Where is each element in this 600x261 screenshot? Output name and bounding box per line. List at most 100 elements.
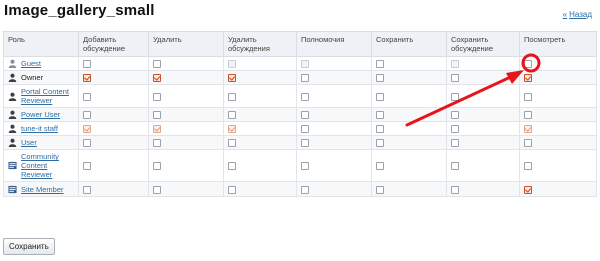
permission-checkbox[interactable] — [228, 185, 236, 194]
permission-checkbox[interactable] — [451, 92, 459, 101]
permission-checkbox[interactable] — [153, 111, 161, 120]
user-icon — [8, 59, 17, 68]
permission-checkbox — [228, 125, 236, 134]
back-link[interactable]: « Назад — [563, 10, 592, 19]
permission-checkbox[interactable] — [83, 185, 91, 194]
permission-cell — [519, 70, 597, 86]
role-link[interactable]: User — [21, 138, 37, 147]
permission-checkbox[interactable] — [301, 125, 309, 134]
permission-cell — [371, 149, 447, 183]
permission-cell — [223, 84, 297, 109]
permission-cell — [519, 149, 597, 183]
permission-checkbox[interactable] — [376, 162, 384, 171]
permission-checkbox[interactable] — [524, 74, 532, 83]
permission-checkbox[interactable] — [228, 111, 236, 120]
permission-checkbox[interactable] — [83, 139, 91, 148]
permission-cell — [148, 135, 224, 151]
permission-checkbox[interactable] — [153, 185, 161, 194]
permission-cell — [296, 149, 372, 183]
permission-cell — [148, 70, 224, 86]
permission-cell — [519, 181, 597, 198]
permission-checkbox[interactable] — [376, 185, 384, 194]
permission-checkbox[interactable] — [524, 92, 532, 101]
permission-cell — [78, 107, 149, 123]
permission-checkbox[interactable] — [301, 111, 309, 120]
permission-cell — [296, 135, 372, 151]
role-link[interactable]: Guest — [21, 59, 41, 68]
permission-checkbox[interactable] — [83, 111, 91, 120]
user-icon — [8, 73, 17, 83]
permission-cell — [223, 181, 297, 198]
permission-checkbox[interactable] — [376, 125, 384, 134]
permission-checkbox[interactable] — [524, 162, 532, 171]
permission-checkbox[interactable] — [153, 60, 161, 69]
permission-checkbox[interactable] — [524, 60, 532, 69]
column-header: Сохранить — [371, 31, 447, 57]
role-cell: tune-it staff — [3, 121, 79, 137]
table-row: Site Member — [3, 181, 597, 198]
permission-checkbox[interactable] — [524, 185, 532, 194]
permission-cell — [296, 55, 372, 72]
save-button[interactable]: Сохранить — [3, 238, 55, 255]
permission-checkbox[interactable] — [301, 162, 309, 171]
permission-checkbox[interactable] — [83, 74, 91, 83]
permission-checkbox[interactable] — [524, 111, 532, 120]
permission-checkbox[interactable] — [83, 162, 91, 171]
permission-checkbox[interactable] — [153, 92, 161, 101]
permission-checkbox[interactable] — [451, 162, 459, 171]
permission-checkbox[interactable] — [301, 185, 309, 194]
role-link[interactable]: tune-it staff — [21, 124, 58, 133]
permission-checkbox[interactable] — [153, 139, 161, 148]
permission-checkbox[interactable] — [451, 125, 459, 134]
permission-checkbox[interactable] — [153, 74, 161, 83]
role-link[interactable]: Portal Content Reviewer — [21, 87, 74, 105]
permission-checkbox[interactable] — [301, 139, 309, 148]
permission-checkbox[interactable] — [451, 74, 459, 83]
permission-cell — [223, 70, 297, 86]
permission-checkbox[interactable] — [153, 162, 161, 171]
permission-cell — [446, 107, 520, 123]
user-icon — [8, 110, 17, 120]
user-icon — [8, 138, 17, 148]
permission-cell — [148, 181, 224, 198]
permission-checkbox[interactable] — [228, 74, 236, 83]
table-header-row: Роль Добавить обсуждение Удалить Удалить об… — [3, 31, 597, 57]
permission-checkbox[interactable] — [376, 60, 384, 69]
permission-cell — [223, 55, 297, 72]
permission-checkbox[interactable] — [228, 162, 236, 171]
role-cell: Community Content Reviewer — [3, 149, 79, 183]
permission-checkbox[interactable] — [451, 185, 459, 194]
permission-checkbox[interactable] — [376, 139, 384, 148]
permission-checkbox — [451, 60, 459, 69]
permission-checkbox[interactable] — [376, 92, 384, 101]
permission-checkbox[interactable] — [228, 92, 236, 101]
permission-checkbox[interactable] — [524, 139, 532, 148]
permission-checkbox[interactable] — [376, 74, 384, 83]
permission-cell — [371, 70, 447, 86]
permission-checkbox[interactable] — [451, 139, 459, 148]
role-cell: Owner — [3, 70, 79, 86]
role-link[interactable]: Community Content Reviewer — [21, 152, 74, 179]
column-header: Удалить — [148, 31, 224, 57]
permission-cell — [371, 181, 447, 198]
column-header: Роль — [3, 31, 79, 57]
permission-cell — [371, 107, 447, 123]
role-link[interactable]: Site Member — [21, 185, 64, 194]
permission-cell — [371, 84, 447, 109]
table-row: Owner — [3, 70, 597, 86]
permission-checkbox[interactable] — [301, 92, 309, 101]
group-card-icon — [8, 161, 17, 170]
permission-cell — [148, 149, 224, 183]
permission-cell — [78, 121, 149, 137]
permission-checkbox[interactable] — [228, 139, 236, 148]
permission-checkbox[interactable] — [83, 60, 91, 69]
permission-checkbox[interactable] — [301, 74, 309, 83]
permission-checkbox[interactable] — [451, 111, 459, 120]
permission-cell — [78, 135, 149, 151]
permission-checkbox[interactable] — [376, 111, 384, 120]
permission-checkbox — [83, 125, 91, 134]
permission-cell — [446, 70, 520, 86]
column-header: Полномочия — [296, 31, 372, 57]
role-link[interactable]: Power User — [21, 110, 60, 119]
permission-checkbox[interactable] — [83, 92, 91, 101]
